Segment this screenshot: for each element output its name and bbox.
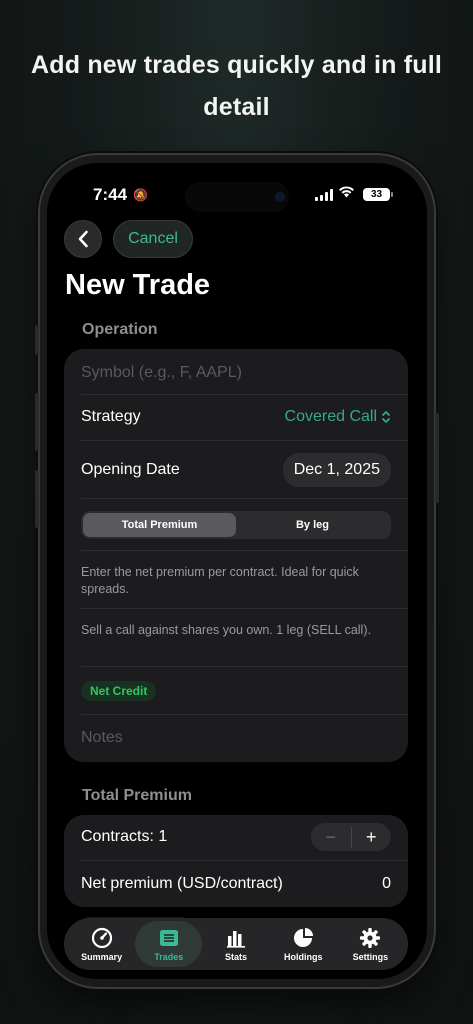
strategy-label: Strategy xyxy=(81,408,141,425)
status-time: 7:44 xyxy=(93,185,128,204)
volume-up-button xyxy=(35,393,39,451)
increment-button[interactable]: + xyxy=(352,827,392,848)
battery-icon: 33 xyxy=(363,188,393,201)
notes-input[interactable]: Notes xyxy=(81,729,123,747)
net-credit-badge: Net Credit xyxy=(81,681,157,701)
cellular-signal-icon xyxy=(315,189,333,201)
chevron-left-icon xyxy=(78,230,88,248)
action-button xyxy=(35,325,39,355)
total-premium-card: Contracts: 1 − + Net premium (USD/contra… xyxy=(64,815,408,907)
page-title: New Trade xyxy=(65,269,211,301)
strategy-picker[interactable]: Covered Call xyxy=(285,408,391,426)
decrement-button[interactable]: − xyxy=(311,826,352,848)
tab-trades[interactable]: Trades xyxy=(135,921,203,967)
tab-holdings[interactable]: Holdings xyxy=(270,921,337,967)
divider xyxy=(81,608,408,609)
strategy-help-text: Sell a call against shares you own. 1 le… xyxy=(81,623,371,637)
divider xyxy=(81,394,408,395)
back-button[interactable] xyxy=(64,220,102,258)
divider xyxy=(81,714,408,715)
camera-icon xyxy=(275,192,285,202)
tab-label: Trades xyxy=(154,951,184,962)
total-premium-section-label: Total Premium xyxy=(82,787,192,804)
tab-bar: Summary Trades Stats Holdings Settings xyxy=(64,918,408,970)
tab-settings[interactable]: Settings xyxy=(337,921,404,967)
symbol-input[interactable]: Symbol (e.g., F, AAPL) xyxy=(81,364,242,382)
promo-headline: Add new trades quickly and in full detai… xyxy=(30,51,443,121)
app-screen: 7:44 🔕 33 Cancel New Trade Operation Sym… xyxy=(47,163,427,979)
tab-label: Stats xyxy=(225,951,248,962)
status-bar: 7:44 🔕 33 xyxy=(47,163,427,223)
bar-chart-icon xyxy=(227,930,245,948)
divider xyxy=(81,498,408,499)
dynamic-island xyxy=(185,182,289,212)
mode-help-text: Enter the net premium per contract. Idea… xyxy=(81,565,359,596)
operation-section-label: Operation xyxy=(82,321,158,338)
strategy-value: Covered Call xyxy=(284,408,377,425)
divider xyxy=(81,860,408,861)
volume-down-button xyxy=(35,470,39,528)
opening-date-picker[interactable]: Dec 1, 2025 xyxy=(282,453,391,487)
segment-by-leg[interactable]: By leg xyxy=(236,513,389,537)
notes-field[interactable]: Notes xyxy=(81,727,391,749)
tab-label: Settings xyxy=(352,951,389,962)
list-icon xyxy=(159,929,178,946)
divider xyxy=(81,440,408,441)
segment-total-premium[interactable]: Total Premium xyxy=(83,513,236,537)
operation-card: Symbol (e.g., F, AAPL) Strategy Covered … xyxy=(64,349,408,762)
pie-chart-icon xyxy=(294,927,314,947)
net-premium-label: Net premium (USD/contract) xyxy=(81,875,283,892)
divider xyxy=(81,550,408,551)
tab-label: Holdings xyxy=(283,951,323,962)
opening-date-label: Opening Date xyxy=(81,461,180,478)
strategy-row[interactable]: Strategy Covered Call xyxy=(81,406,391,428)
divider xyxy=(81,666,408,667)
net-premium-row[interactable]: Net premium (USD/contract) 0 xyxy=(81,873,391,895)
tab-summary[interactable]: Summary xyxy=(68,921,135,967)
contracts-stepper: − + xyxy=(311,823,391,851)
wifi-icon xyxy=(338,185,355,202)
contracts-label: Contracts: 1 xyxy=(81,828,168,845)
premium-mode-segmented-control: Total Premium By leg xyxy=(81,511,391,539)
tab-stats[interactable]: Stats xyxy=(202,921,269,967)
cancel-button[interactable]: Cancel xyxy=(113,220,193,258)
net-premium-input[interactable]: 0 xyxy=(382,875,391,893)
tab-label: Summary xyxy=(81,951,123,962)
symbol-field[interactable]: Symbol (e.g., F, AAPL) xyxy=(81,362,391,384)
power-button xyxy=(435,413,439,503)
chevron-up-down-icon xyxy=(382,411,390,423)
gear-icon xyxy=(360,927,381,948)
silent-bell-icon: 🔕 xyxy=(133,188,148,202)
gauge-icon xyxy=(91,927,112,948)
opening-date-row: Opening Date Dec 1, 2025 xyxy=(81,453,391,487)
